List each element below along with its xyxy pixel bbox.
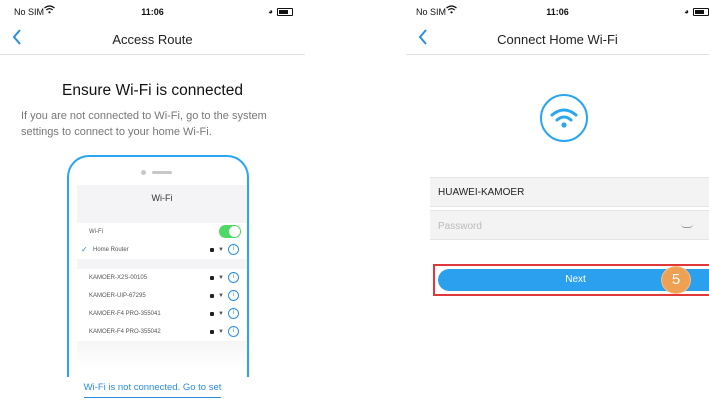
lock-icon — [210, 329, 215, 334]
wifi-signal-icon: ▼ — [218, 310, 224, 317]
page-title: Connect Home Wi-Fi — [497, 32, 618, 47]
connected-network-row: ✓ Home Router ▼ i — [77, 241, 247, 259]
ssid-field[interactable]: HUAWEI-KAMOER — [430, 177, 709, 207]
connected-network-name: Home Router — [93, 247, 129, 253]
check-icon: ✓ — [81, 245, 88, 254]
fade-overlay — [77, 335, 247, 377]
speaker-slot — [152, 171, 172, 174]
alarm-icon: ◕ — [268, 7, 273, 16]
status-bar: No SIM 11:06 ◕ — [406, 0, 709, 20]
wifi-settings-title: Wi-Fi — [151, 193, 173, 203]
info-icon: i — [228, 272, 239, 283]
navigation-bar: Access Route — [0, 24, 305, 55]
wifi-toggle-label: Wi-Fi — [89, 229, 103, 235]
wifi-signal-icon: ▼ — [218, 292, 224, 299]
info-icon: i — [228, 308, 239, 319]
info-icon: i — [228, 290, 239, 301]
lock-icon — [210, 247, 215, 252]
wifi-settings-illustration: Wi-Fi Wi-Fi ✓ Home Router ▼ i KAMOER-X2S… — [77, 185, 247, 377]
ssid-value: HUAWEI-KAMOER — [438, 187, 525, 198]
wifi-signal-icon: ▼ — [218, 246, 224, 253]
wifi-toggle — [219, 225, 241, 238]
connect-home-wifi-screen: No SIM 11:06 ◕ Connect Home Wi-Fi HUAWEI… — [406, 0, 709, 402]
instruction-heading: Ensure Wi-Fi is connected — [62, 82, 243, 99]
battery-icon — [693, 7, 709, 16]
lock-icon — [210, 293, 215, 298]
instruction-text: If you are not connected to Wi-Fi, go to… — [21, 110, 267, 138]
go-to-wifi-settings-link[interactable]: Wi-Fi is not connected. Go to set — [83, 382, 222, 398]
status-bar: No SIM 11:06 ◕ — [0, 0, 305, 20]
battery-icon — [277, 7, 293, 16]
wifi-signal-icon: ▼ — [218, 328, 224, 335]
password-field-row — [430, 210, 709, 240]
clock-text: 11:06 — [141, 7, 164, 17]
step-number-badge: 5 — [662, 267, 690, 293]
network-row: KAMOER-X2S-00105 ▼ i — [77, 269, 247, 287]
wifi-icon — [540, 94, 588, 142]
navigation-bar: Connect Home Wi-Fi — [406, 24, 709, 55]
network-name: KAMOER-F4 PRO-355041 — [89, 311, 161, 317]
lock-icon — [210, 275, 215, 280]
password-input[interactable] — [436, 216, 680, 236]
network-row: KAMOER-UIP-67295 ▼ i — [77, 287, 247, 305]
wifi-toggle-row: Wi-Fi — [77, 223, 247, 241]
lock-icon — [210, 311, 215, 316]
info-icon: i — [228, 244, 239, 255]
page-title: Access Route — [112, 32, 193, 47]
camera-dot — [141, 170, 146, 175]
network-row: KAMOER-F4 PRO-355041 ▼ i — [77, 305, 247, 323]
phone-illustration: Wi-Fi Wi-Fi ✓ Home Router ▼ i KAMOER-X2S… — [67, 155, 249, 377]
alarm-icon: ◕ — [684, 7, 689, 16]
clock-text: 11:06 — [546, 7, 569, 17]
wifi-signal-icon: ▼ — [218, 274, 224, 281]
network-name: KAMOER-X2S-00105 — [89, 275, 148, 281]
access-route-screen: No SIM 11:06 ◕ Access Route Ensure Wi-Fi… — [0, 0, 305, 402]
network-name: KAMOER-UIP-67295 — [89, 293, 146, 299]
eye-hidden-icon[interactable] — [681, 224, 693, 228]
